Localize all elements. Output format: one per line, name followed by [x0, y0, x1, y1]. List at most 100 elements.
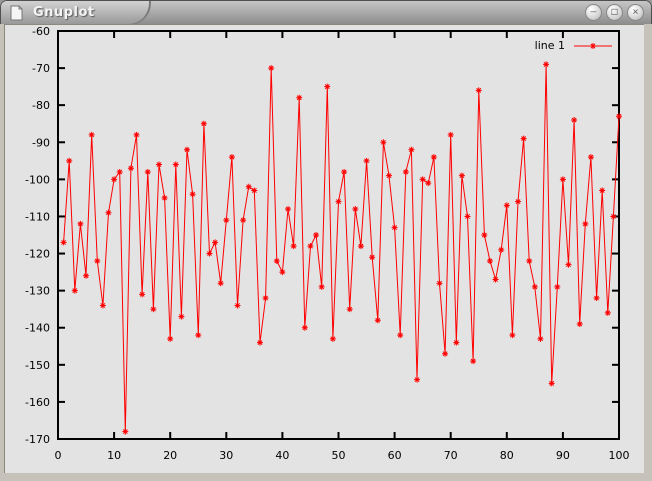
data-point-marker	[380, 139, 386, 145]
data-point-marker	[319, 284, 325, 290]
close-button[interactable]: ✕	[627, 4, 644, 21]
data-point-marker	[223, 217, 229, 223]
data-point-marker	[195, 332, 201, 338]
window-controls: – □ ✕	[585, 4, 644, 21]
y-tick-label: -60	[32, 25, 50, 38]
data-point-marker	[274, 258, 280, 264]
data-point-marker	[476, 87, 482, 93]
window-icon	[10, 5, 23, 21]
data-point-marker	[375, 317, 381, 323]
title-bar[interactable]: Gnuplot – □ ✕	[1, 1, 651, 25]
data-point-marker	[251, 187, 257, 193]
data-point-marker	[537, 336, 543, 342]
maximize-button[interactable]: □	[606, 4, 623, 21]
data-point-marker	[582, 221, 588, 227]
data-point-marker	[117, 169, 123, 175]
data-point-marker	[577, 321, 583, 327]
x-tick-label: 30	[219, 449, 233, 462]
data-point-marker	[291, 243, 297, 249]
y-tick-label: -90	[32, 136, 50, 149]
data-point-marker	[285, 206, 291, 212]
data-point-marker	[218, 280, 224, 286]
data-point-marker	[481, 232, 487, 238]
minimize-button[interactable]: –	[585, 4, 602, 21]
data-point-marker	[139, 291, 145, 297]
plot-frame	[58, 31, 619, 439]
data-point-marker	[341, 169, 347, 175]
data-point-marker	[330, 336, 336, 342]
data-point-marker	[515, 199, 521, 205]
legend: line 1	[535, 39, 612, 52]
chart-svg[interactable]: 0102030405060708090100-170-160-150-140-1…	[4, 24, 644, 473]
data-point-marker	[590, 43, 596, 49]
data-point-marker	[509, 332, 515, 338]
x-tick-label: 0	[55, 449, 62, 462]
data-point-marker	[397, 332, 403, 338]
data-point-marker	[616, 113, 622, 119]
plot-canvas[interactable]: 0102030405060708090100-170-160-150-140-1…	[4, 24, 645, 474]
data-point-marker	[470, 358, 476, 364]
close-icon: ✕	[628, 5, 643, 20]
data-point-marker	[72, 288, 78, 294]
data-point-marker	[324, 84, 330, 90]
data-point-marker	[605, 310, 611, 316]
data-point-marker	[448, 132, 454, 138]
data-point-marker	[279, 269, 285, 275]
data-point-marker	[336, 199, 342, 205]
data-point-marker	[235, 302, 241, 308]
data-point-marker	[465, 213, 471, 219]
x-tick-label: 10	[107, 449, 121, 462]
data-point-marker	[263, 295, 269, 301]
data-point-marker	[167, 336, 173, 342]
data-line	[64, 64, 619, 431]
y-tick-label: -160	[25, 396, 50, 409]
data-point-marker	[459, 173, 465, 179]
data-point-marker	[392, 225, 398, 231]
data-point-marker	[162, 195, 168, 201]
data-point-marker	[89, 132, 95, 138]
data-point-marker	[66, 158, 72, 164]
data-point-marker	[610, 213, 616, 219]
data-point-marker	[588, 154, 594, 160]
data-point-marker	[571, 117, 577, 123]
data-point-marker	[173, 162, 179, 168]
data-point-marker	[442, 351, 448, 357]
data-point-marker	[190, 191, 196, 197]
data-point-marker	[532, 284, 538, 290]
data-point-marker	[403, 169, 409, 175]
data-point-marker	[212, 239, 218, 245]
data-point-marker	[549, 380, 555, 386]
data-point-marker	[77, 221, 83, 227]
data-point-marker	[83, 273, 89, 279]
data-point-marker	[566, 262, 572, 268]
data-point-marker	[134, 132, 140, 138]
data-point-marker	[145, 169, 151, 175]
data-point-marker	[105, 210, 111, 216]
data-point-marker	[599, 187, 605, 193]
x-tick-label: 50	[332, 449, 346, 462]
data-point-marker	[431, 154, 437, 160]
data-point-marker	[498, 247, 504, 253]
y-tick-label: -120	[25, 248, 50, 261]
data-point-marker	[257, 340, 263, 346]
data-point-marker	[594, 295, 600, 301]
data-point-marker	[414, 377, 420, 383]
data-point-marker	[313, 232, 319, 238]
x-tick-label: 100	[609, 449, 630, 462]
data-point-marker	[61, 239, 67, 245]
data-point-marker	[246, 184, 252, 190]
y-tick-label: -150	[25, 359, 50, 372]
data-point-marker	[128, 165, 134, 171]
minimize-icon: –	[586, 5, 601, 20]
data-point-marker	[178, 314, 184, 320]
data-point-marker	[364, 158, 370, 164]
legend-label: line 1	[535, 39, 565, 52]
data-point-marker	[347, 306, 353, 312]
data-point-marker	[184, 147, 190, 153]
y-tick-label: -110	[25, 210, 50, 223]
window-title: Gnuplot	[33, 5, 95, 20]
y-tick-label: -170	[25, 433, 50, 446]
data-point-marker	[94, 258, 100, 264]
legend-line-sample	[574, 41, 612, 51]
data-point-marker	[436, 280, 442, 286]
